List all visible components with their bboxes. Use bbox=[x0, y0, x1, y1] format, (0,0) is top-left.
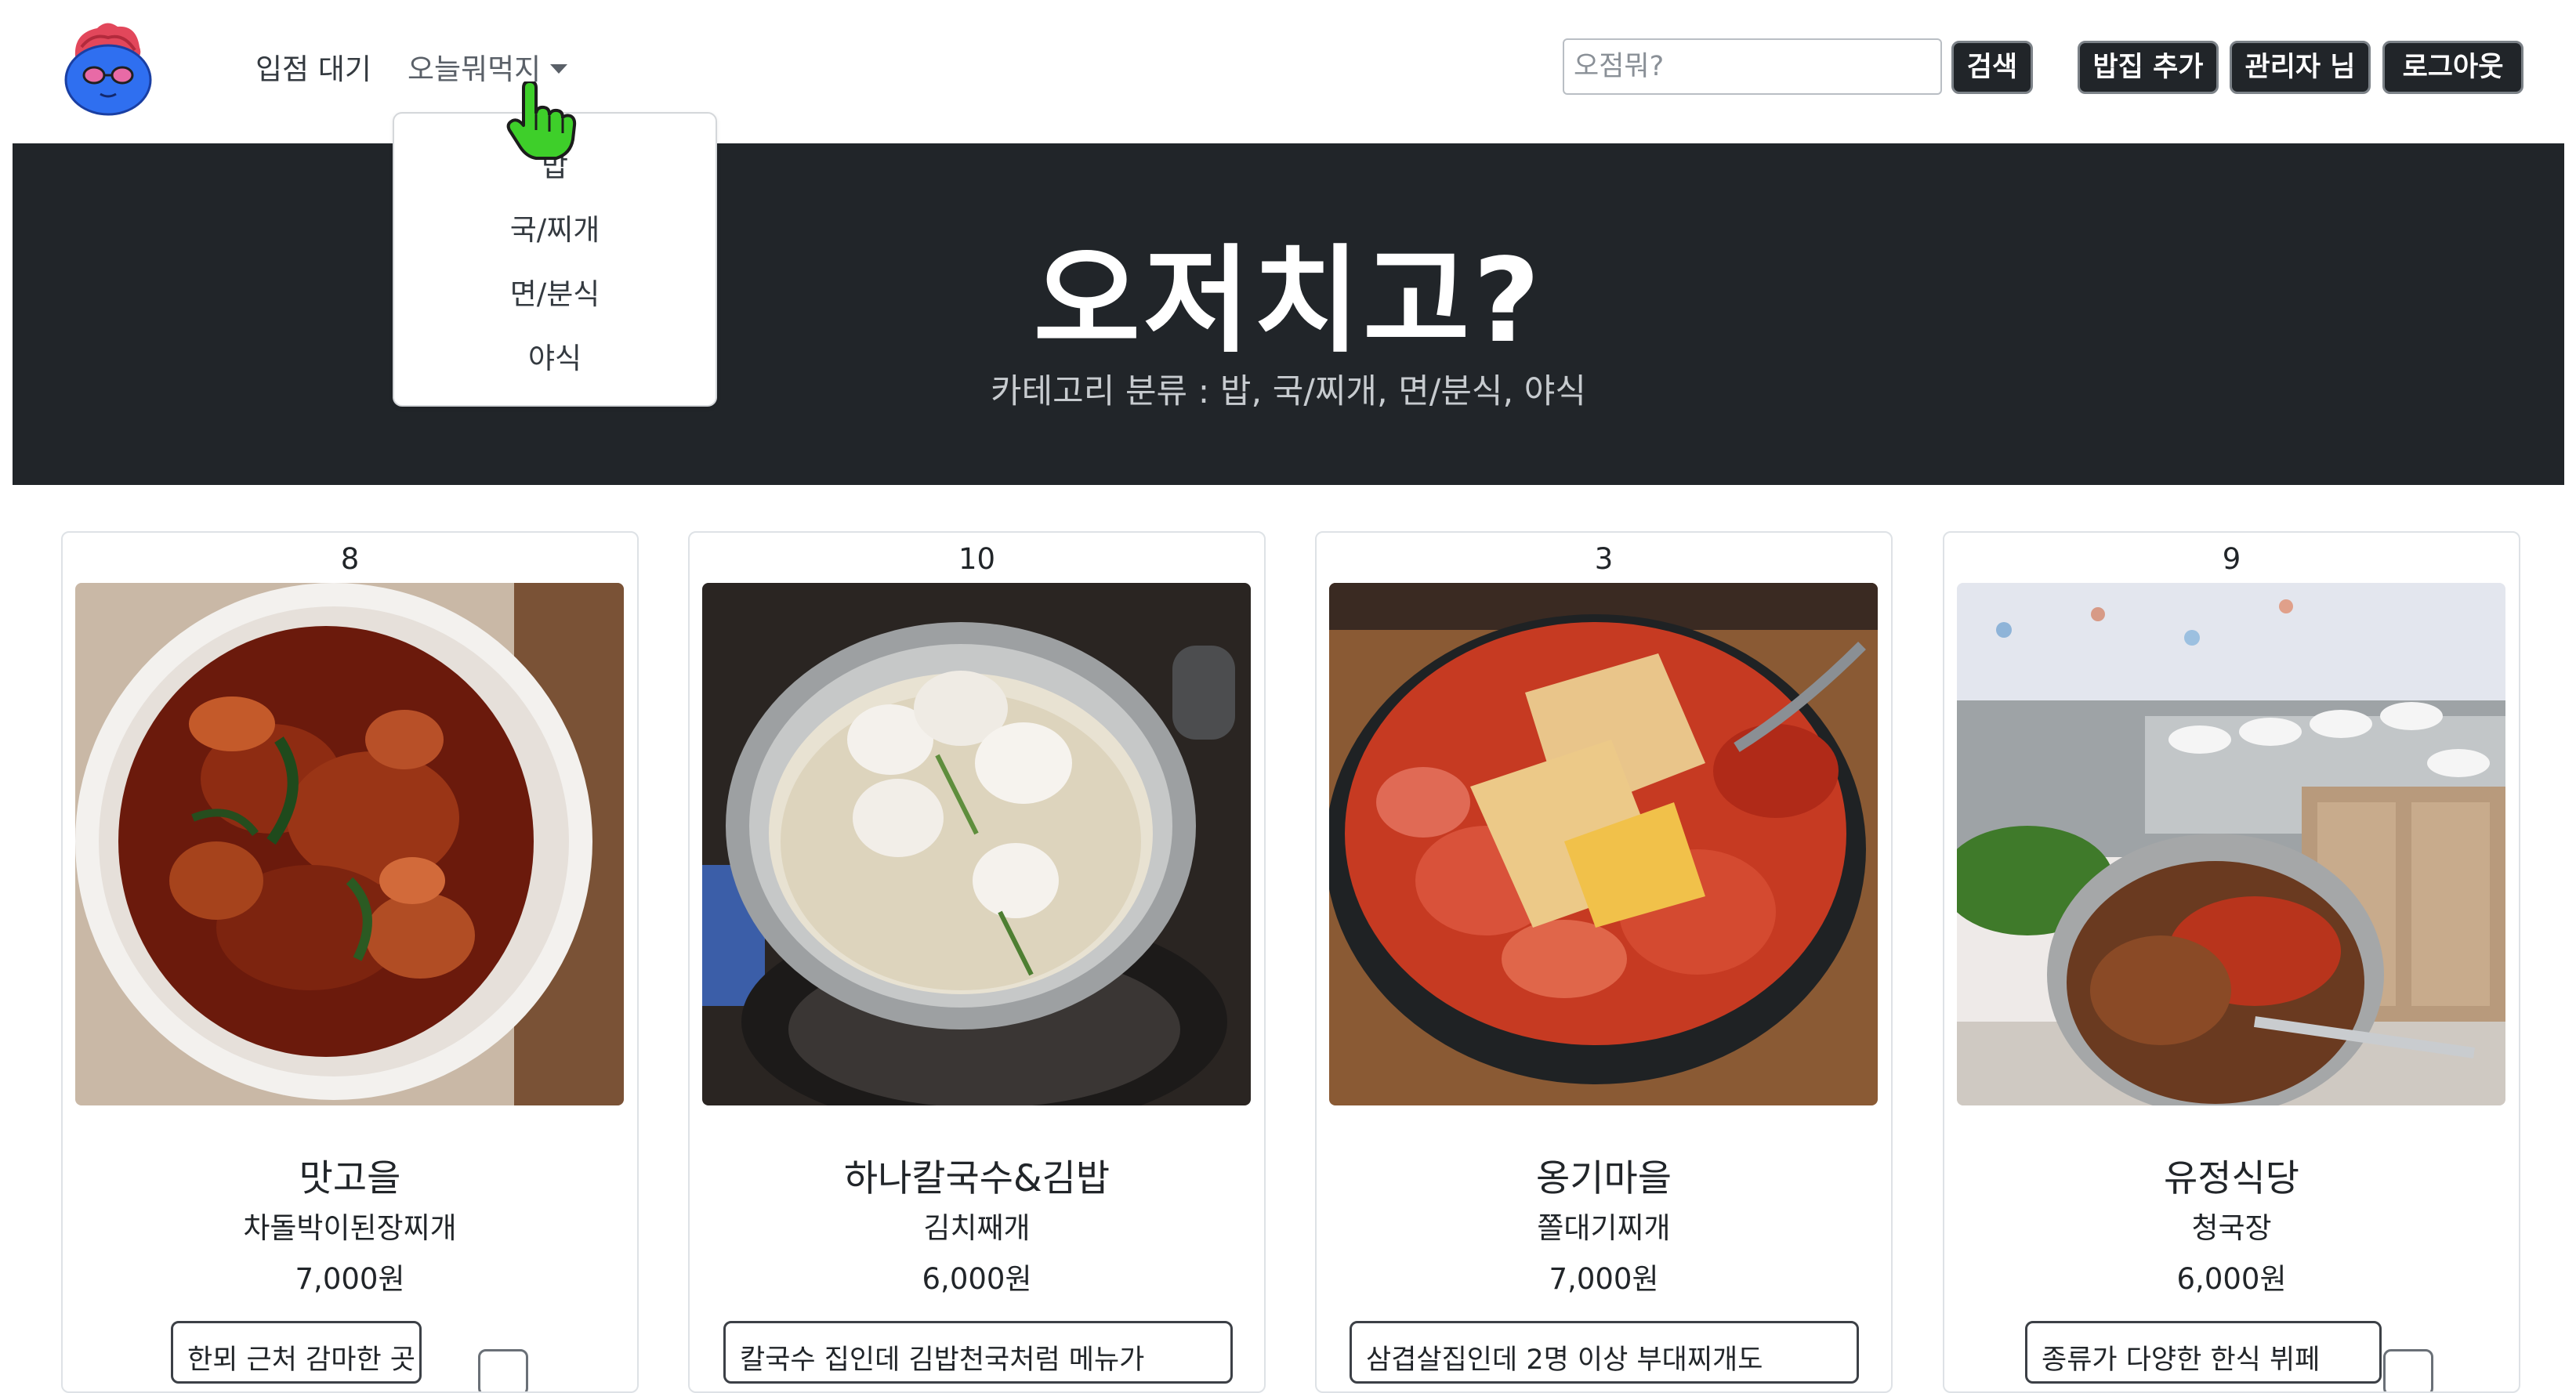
dumpling-noodle-soup-photo bbox=[702, 583, 1251, 1105]
card-price: 7,000원 bbox=[1549, 1262, 1659, 1296]
spicy-stir-fried-squid-photo bbox=[75, 583, 624, 1105]
card-review-button[interactable]: 종류가 다양한 한식 뷔페 bbox=[2025, 1321, 2382, 1384]
dropdown-item-late-night[interactable]: 야식 bbox=[394, 335, 716, 377]
restaurant-card[interactable]: 9 유정식당 청국장 6,000원 종류가 다양한 한식 뷔페 bbox=[1943, 531, 2520, 1393]
card-restaurant-name: 하나칼국수&김밥 bbox=[843, 1157, 1110, 1200]
card-menu: 쫄대기찌개 bbox=[1537, 1211, 1671, 1245]
card-rank: 8 bbox=[340, 542, 360, 576]
card-rank: 10 bbox=[958, 542, 996, 576]
card-restaurant-name: 유정식당 bbox=[2164, 1157, 2299, 1200]
caret-down-icon bbox=[550, 63, 568, 74]
card-restaurant-name: 맛고을 bbox=[299, 1157, 401, 1200]
restaurant-card[interactable]: 10 하나칼국수&김밥 김치째개 6,000원 칼국수 집인데 김밥천국처럼 메… bbox=[688, 531, 1266, 1393]
card-extra-button[interactable] bbox=[2383, 1349, 2433, 1391]
card-review-button[interactable]: 한뫼 근처 감마한 곳 bbox=[171, 1321, 422, 1384]
navbar: 입점 대기 오늘뭐먹지 검색 밥집 추가 관리자 님 로그아웃 bbox=[0, 0, 2576, 139]
logout-button[interactable]: 로그아웃 bbox=[2382, 41, 2523, 94]
army-stew-hotpot-photo bbox=[1329, 583, 1878, 1105]
nav-link-waiting[interactable]: 입점 대기 bbox=[255, 45, 371, 88]
add-restaurant-button[interactable]: 밥집 추가 bbox=[2078, 41, 2219, 94]
restaurant-card[interactable]: 8 맛고을 차돌박이된장찌개 7,000원 한뫼 근처 감마한 곳 bbox=[61, 531, 639, 1393]
hand-pointer-cursor-icon bbox=[506, 81, 577, 160]
card-price: 6,000원 bbox=[2176, 1262, 2287, 1296]
search-input[interactable] bbox=[1563, 38, 1942, 95]
restaurant-card[interactable]: 3 옹기마을 쫄대기찌개 7,000원 삼겹살집인데 2명 이상 부대찌개도 bbox=[1315, 531, 1893, 1393]
dropdown-item-noodle[interactable]: 면/분식 bbox=[394, 270, 716, 313]
card-price: 7,000원 bbox=[295, 1262, 405, 1296]
card-menu: 김치째개 bbox=[923, 1211, 1031, 1245]
korean-buffet-photo bbox=[1957, 583, 2505, 1105]
card-review-button[interactable]: 칼국수 집인데 김밥천국처럼 메뉴가 bbox=[723, 1321, 1233, 1384]
card-price: 6,000원 bbox=[922, 1262, 1032, 1296]
search-button[interactable]: 검색 bbox=[1951, 41, 2033, 94]
dropdown-item-soup[interactable]: 국/찌개 bbox=[394, 206, 716, 248]
card-rank: 3 bbox=[1594, 542, 1614, 576]
card-extra-button[interactable] bbox=[478, 1349, 528, 1391]
card-menu: 차돌박이된장찌개 bbox=[243, 1211, 457, 1245]
card-review-button[interactable]: 삼겹살집인데 2명 이상 부대찌개도 bbox=[1350, 1321, 1859, 1384]
admin-button[interactable]: 관리자 님 bbox=[2230, 41, 2371, 94]
mascot-logo-icon[interactable] bbox=[58, 16, 160, 118]
card-rank: 9 bbox=[2222, 542, 2241, 576]
card-restaurant-name: 옹기마을 bbox=[1536, 1157, 1672, 1200]
card-menu: 청국장 bbox=[2191, 1211, 2272, 1245]
